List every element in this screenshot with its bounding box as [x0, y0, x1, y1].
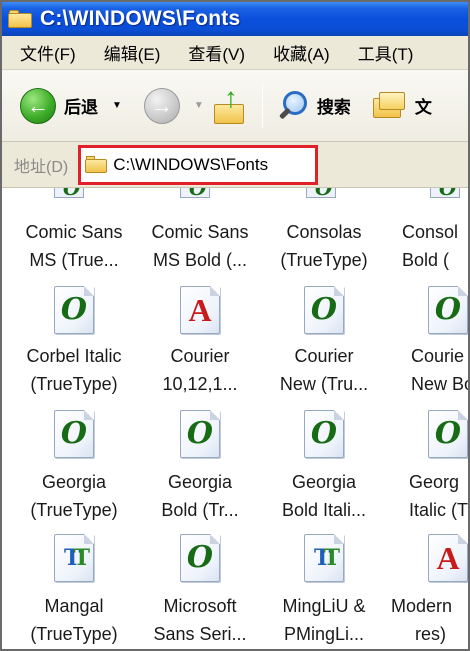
opentype-icon[interactable]: O [180, 188, 210, 200]
list-item[interactable]: Mangal (TrueType) [12, 592, 136, 648]
list-item[interactable]: Courier New (Tru... [262, 342, 386, 398]
font-name: Georgia [167, 472, 233, 492]
opentype-icon[interactable]: O [54, 286, 94, 334]
address-input[interactable]: C:\WINDOWS\Fonts [78, 144, 319, 185]
list-item[interactable]: Microsoft Sans Seri... [138, 592, 262, 648]
list-item[interactable]: Georgia Bold (Tr... [138, 468, 262, 524]
font-name: Modern [391, 596, 453, 616]
list-item[interactable]: Georgia Bold Itali... [262, 468, 386, 524]
font-name: Corbel Italic [26, 346, 122, 366]
font-name: (TrueType) [280, 250, 368, 270]
back-dropdown-icon[interactable]: ▼ [112, 100, 122, 111]
font-name: Bold (Tr... [161, 500, 239, 520]
search-icon [277, 89, 311, 123]
address-bar: 地址(D) C:\WINDOWS\Fonts [2, 142, 468, 188]
list-item[interactable]: Georgia (TrueType) [12, 468, 136, 524]
opentype-icon[interactable]: O [306, 188, 336, 200]
font-name: 10,12,1... [162, 374, 238, 394]
font-name: (TrueType) [30, 500, 118, 520]
search-label: 搜索 [316, 98, 351, 117]
font-name: PMingLi... [283, 624, 365, 644]
search-button[interactable]: 搜索 [273, 81, 351, 131]
folders-button[interactable]: 文 [351, 81, 432, 131]
opentype-icon[interactable]: O [180, 534, 220, 582]
fonts-list: O O O O Comic Sans MS (True... Comic San… [2, 188, 470, 649]
menu-view[interactable]: 查看(V) [188, 40, 245, 65]
font-name: MingLiU & [282, 596, 366, 616]
menu-file[interactable]: 文件(F) [20, 40, 76, 65]
font-name: Italic (T [409, 500, 469, 520]
list-item[interactable]: Comic Sans MS Bold (... [138, 218, 262, 274]
folder-icon [8, 9, 32, 29]
list-item[interactable]: Modern res) [387, 592, 468, 648]
title-bar[interactable]: C:\WINDOWS\Fonts [2, 2, 468, 36]
font-name: Consolas [286, 222, 362, 242]
font-name: Georg [409, 472, 460, 492]
font-name: Sans Seri... [153, 624, 247, 644]
raster-font-icon[interactable]: A [180, 286, 220, 334]
list-item[interactable]: Courie New Bo [387, 342, 470, 398]
toolbar: ← 后退 ▼ → ▼ ↑ 搜索 文 [2, 70, 468, 142]
up-folder-icon[interactable]: ↑ [212, 83, 252, 128]
truetype-icon[interactable]: TT [304, 534, 344, 582]
font-name: New (Tru... [279, 374, 369, 394]
opentype-icon[interactable]: O [304, 286, 344, 334]
opentype-icon[interactable]: O [304, 410, 344, 458]
address-label: 地址(D) [14, 158, 69, 176]
font-name: res) [415, 624, 446, 644]
font-name: MS (True... [29, 250, 119, 270]
font-name: Courier [170, 346, 230, 366]
font-name: Bold Itali... [281, 500, 367, 520]
font-name: Bold ( [402, 250, 450, 270]
font-name: Consol [402, 222, 459, 242]
list-item[interactable]: Consol Bold ( [387, 218, 468, 274]
folders-icon [372, 90, 409, 122]
opentype-icon[interactable]: O [428, 410, 468, 458]
back-arrow-icon: ← [20, 87, 56, 124]
font-name: (TrueType) [30, 624, 118, 644]
forward-button[interactable]: → ▼ [143, 81, 204, 131]
font-name: Georgia [291, 472, 357, 492]
opentype-icon[interactable]: O [54, 188, 84, 200]
opentype-icon[interactable]: O [428, 286, 468, 334]
opentype-icon[interactable]: O [180, 410, 220, 458]
forward-dropdown-icon[interactable]: ▼ [194, 100, 204, 111]
font-name: New Bo [411, 374, 470, 394]
forward-arrow-icon: → [143, 87, 180, 124]
list-item[interactable]: Corbel Italic (TrueType) [12, 342, 136, 398]
font-name: Comic Sans [25, 222, 123, 242]
font-name: MS Bold (... [152, 250, 248, 270]
folders-label: 文 [414, 98, 432, 117]
list-item[interactable]: Consolas (TrueType) [262, 218, 386, 274]
menu-favorites[interactable]: 收藏(A) [273, 40, 330, 65]
list-item[interactable]: MingLiU & PMingLi... [262, 592, 386, 648]
font-name: Microsoft [163, 596, 237, 616]
raster-font-icon[interactable]: A [428, 534, 468, 582]
back-label: 后退 [64, 98, 98, 117]
opentype-icon[interactable]: O [430, 188, 460, 200]
window-title: C:\WINDOWS\Fonts [40, 7, 241, 30]
list-item[interactable]: Georg Italic (T [387, 468, 469, 524]
list-item[interactable]: Comic Sans MS (True... [12, 218, 136, 274]
font-name: Courie [411, 346, 465, 366]
menu-bar: 文件(F) 编辑(E) 查看(V) 收藏(A) 工具(T) [2, 36, 468, 70]
truetype-icon[interactable]: TT [54, 534, 94, 582]
font-name: Mangal [44, 596, 104, 616]
address-path: C:\WINDOWS\Fonts [113, 154, 269, 174]
back-button[interactable]: ← 后退 ▼ [20, 81, 122, 131]
font-name: (TrueType) [30, 374, 118, 394]
opentype-icon[interactable]: O [54, 410, 94, 458]
menu-edit[interactable]: 编辑(E) [104, 40, 161, 65]
folder-icon [85, 155, 108, 174]
explorer-window: C:\WINDOWS\Fonts 文件(F) 编辑(E) 查看(V) 收藏(A)… [0, 0, 470, 651]
font-name: Comic Sans [151, 222, 249, 242]
font-name: Georgia [41, 472, 107, 492]
menu-tools[interactable]: 工具(T) [358, 40, 414, 65]
list-item[interactable]: Courier 10,12,1... [138, 342, 262, 398]
toolbar-separator [261, 83, 263, 128]
font-name: Courier [294, 346, 354, 366]
